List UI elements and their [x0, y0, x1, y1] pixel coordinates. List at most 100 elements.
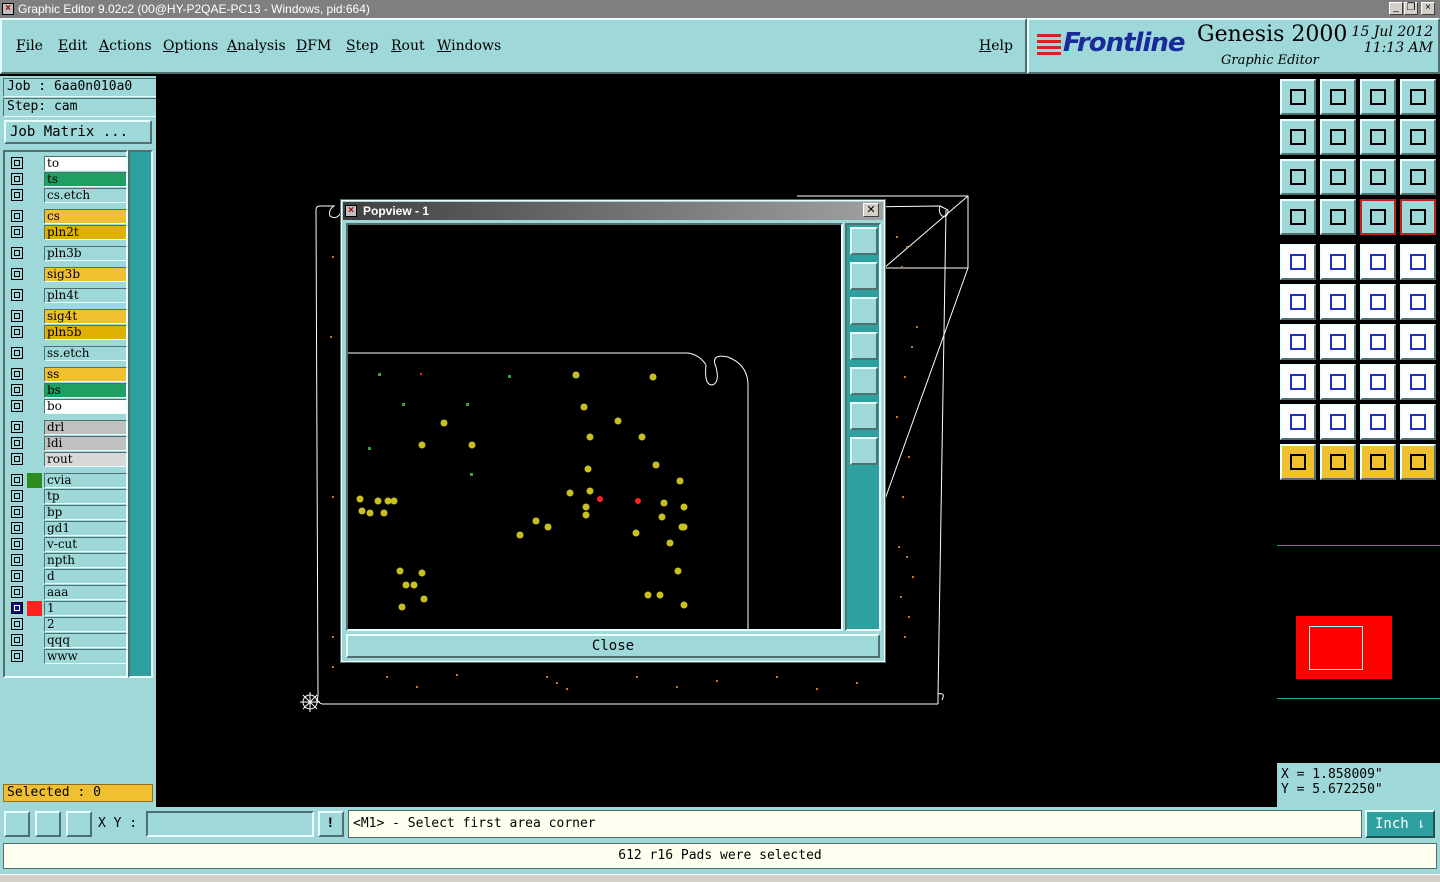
layer-row[interactable]: pln3b	[8, 246, 127, 261]
menu-edit[interactable]: Edit	[58, 38, 87, 54]
layer-checkbox[interactable]	[11, 453, 23, 465]
menu-options[interactable]: Options	[163, 38, 218, 54]
layer-checkbox[interactable]	[11, 618, 23, 630]
layer-row[interactable]: cs.etch	[8, 188, 127, 203]
minimize-icon[interactable]: _	[1389, 2, 1403, 15]
minus-icon[interactable]	[1320, 364, 1356, 400]
connect-icon[interactable]	[1280, 284, 1316, 320]
layer-name[interactable]: bs	[44, 383, 127, 398]
layer-name[interactable]: rout	[44, 452, 127, 467]
info-icon[interactable]: !	[318, 811, 344, 837]
layer-name[interactable]: 2	[44, 617, 127, 632]
layer-name[interactable]: ts	[44, 172, 127, 187]
layer-name[interactable]: pln4t	[44, 288, 127, 303]
mirror-icon[interactable]	[1400, 119, 1436, 155]
layer-checkbox[interactable]	[11, 474, 23, 486]
menu-dfm[interactable]: DFM	[296, 38, 331, 54]
layer-row[interactable]: ss	[8, 367, 127, 382]
close-icon[interactable]: ×	[1421, 2, 1435, 15]
ruler-icon[interactable]	[1360, 244, 1396, 280]
restore-icon[interactable]: ❐	[1404, 2, 1418, 15]
triangle-a-icon[interactable]	[1320, 404, 1356, 440]
layer-name[interactable]: ldi	[44, 436, 127, 451]
xy-input[interactable]	[146, 811, 314, 837]
cut-icon[interactable]	[1320, 199, 1356, 235]
layer-row[interactable]: sig4t	[8, 309, 127, 324]
popview-pan-up-icon[interactable]	[850, 262, 878, 290]
select-all-icon[interactable]	[1280, 244, 1316, 280]
arc-icon[interactable]	[1360, 324, 1396, 360]
popview-zoom-home-icon[interactable]	[850, 227, 878, 255]
slash-icon[interactable]	[1320, 324, 1356, 360]
menu-analysis[interactable]: Analysis	[227, 38, 286, 54]
layer-name[interactable]: tp	[44, 489, 127, 504]
layer-checkbox[interactable]	[11, 268, 23, 280]
overview-viewport[interactable]	[1309, 626, 1363, 670]
layer-checkbox[interactable]	[11, 310, 23, 322]
layer-name[interactable]: sig4t	[44, 309, 127, 324]
snap-mode-icon[interactable]	[4, 811, 30, 837]
cross-icon[interactable]	[1320, 284, 1356, 320]
zoom-home-icon[interactable]	[1280, 79, 1316, 115]
layer-checkbox[interactable]	[11, 400, 23, 412]
layer-row[interactable]: d	[8, 569, 127, 584]
point-to-point-icon[interactable]	[1360, 284, 1396, 320]
menu-file[interactable]: File	[16, 38, 43, 54]
triangle-cut-icon[interactable]	[1400, 404, 1436, 440]
layer-name[interactable]: pln5b	[44, 325, 127, 340]
measure-icon[interactable]	[1280, 199, 1316, 235]
layer-row[interactable]: bs	[8, 383, 127, 398]
menu-rout[interactable]: Rout	[391, 38, 425, 54]
layer-row[interactable]: v-cut	[8, 537, 127, 552]
layer-row[interactable]: cvia	[8, 473, 127, 488]
layer-name[interactable]: v-cut	[44, 537, 127, 552]
pointer-icon[interactable]	[1280, 444, 1316, 480]
layer-row[interactable]: npth	[8, 553, 127, 568]
zoom-prev-icon[interactable]	[1320, 79, 1356, 115]
angle-icon[interactable]	[1280, 324, 1316, 360]
layer-checkbox[interactable]	[11, 538, 23, 550]
layer-checkbox[interactable]	[11, 347, 23, 359]
zoom-fit-icon[interactable]	[1320, 159, 1356, 195]
layer-list-scrollbar[interactable]	[128, 150, 153, 678]
layer-name[interactable]: drl	[44, 420, 127, 435]
layer-name[interactable]: cs.etch	[44, 188, 127, 203]
layer-row[interactable]: sig3b	[8, 267, 127, 282]
popview-pan-down-icon[interactable]	[850, 297, 878, 325]
layer-row[interactable]: ss.etch	[8, 346, 127, 361]
layer-name[interactable]: ss.etch	[44, 346, 127, 361]
layer-name[interactable]: cs	[44, 209, 127, 224]
layer-checkbox[interactable]	[11, 384, 23, 396]
snap-grid-icon[interactable]	[1400, 324, 1436, 360]
layer-name[interactable]: gd1	[44, 521, 127, 536]
layer-checkbox[interactable]	[11, 586, 23, 598]
copy-icon[interactable]	[1360, 364, 1396, 400]
layer-checkbox[interactable]	[11, 326, 23, 338]
layer-row[interactable]: 2	[8, 617, 127, 632]
layer-name[interactable]: 1	[44, 601, 127, 616]
popview-pan-left-icon[interactable]	[850, 332, 878, 360]
point-move-icon[interactable]	[1400, 284, 1436, 320]
help-icon[interactable]	[1400, 159, 1436, 195]
menu-windows[interactable]: Windows	[437, 38, 501, 54]
layer-checkbox[interactable]	[11, 157, 23, 169]
layer-row[interactable]: to	[8, 156, 127, 171]
popview-pan-right-icon[interactable]	[850, 367, 878, 395]
layer-row[interactable]: ts	[8, 172, 127, 187]
popview-zoom-in-icon[interactable]	[850, 402, 878, 430]
popview-zoom-out-icon[interactable]	[850, 437, 878, 465]
layer-name[interactable]: bp	[44, 505, 127, 520]
layer-row[interactable]: tp	[8, 489, 127, 504]
layer-checkbox[interactable]	[11, 210, 23, 222]
layer-checkbox[interactable]	[11, 189, 23, 201]
layer-name[interactable]: pln3b	[44, 246, 127, 261]
layer-row[interactable]: ldi	[8, 436, 127, 451]
layer-name[interactable]: d	[44, 569, 127, 584]
layer-row[interactable]: gd1	[8, 521, 127, 536]
layer-row[interactable]: bo	[8, 399, 127, 414]
scale-1-2-icon[interactable]	[1360, 159, 1396, 195]
pan-right-icon[interactable]	[1320, 119, 1356, 155]
home-icon[interactable]	[1360, 79, 1396, 115]
layer-row[interactable]: pln5b	[8, 325, 127, 340]
layer-checkbox[interactable]	[11, 421, 23, 433]
